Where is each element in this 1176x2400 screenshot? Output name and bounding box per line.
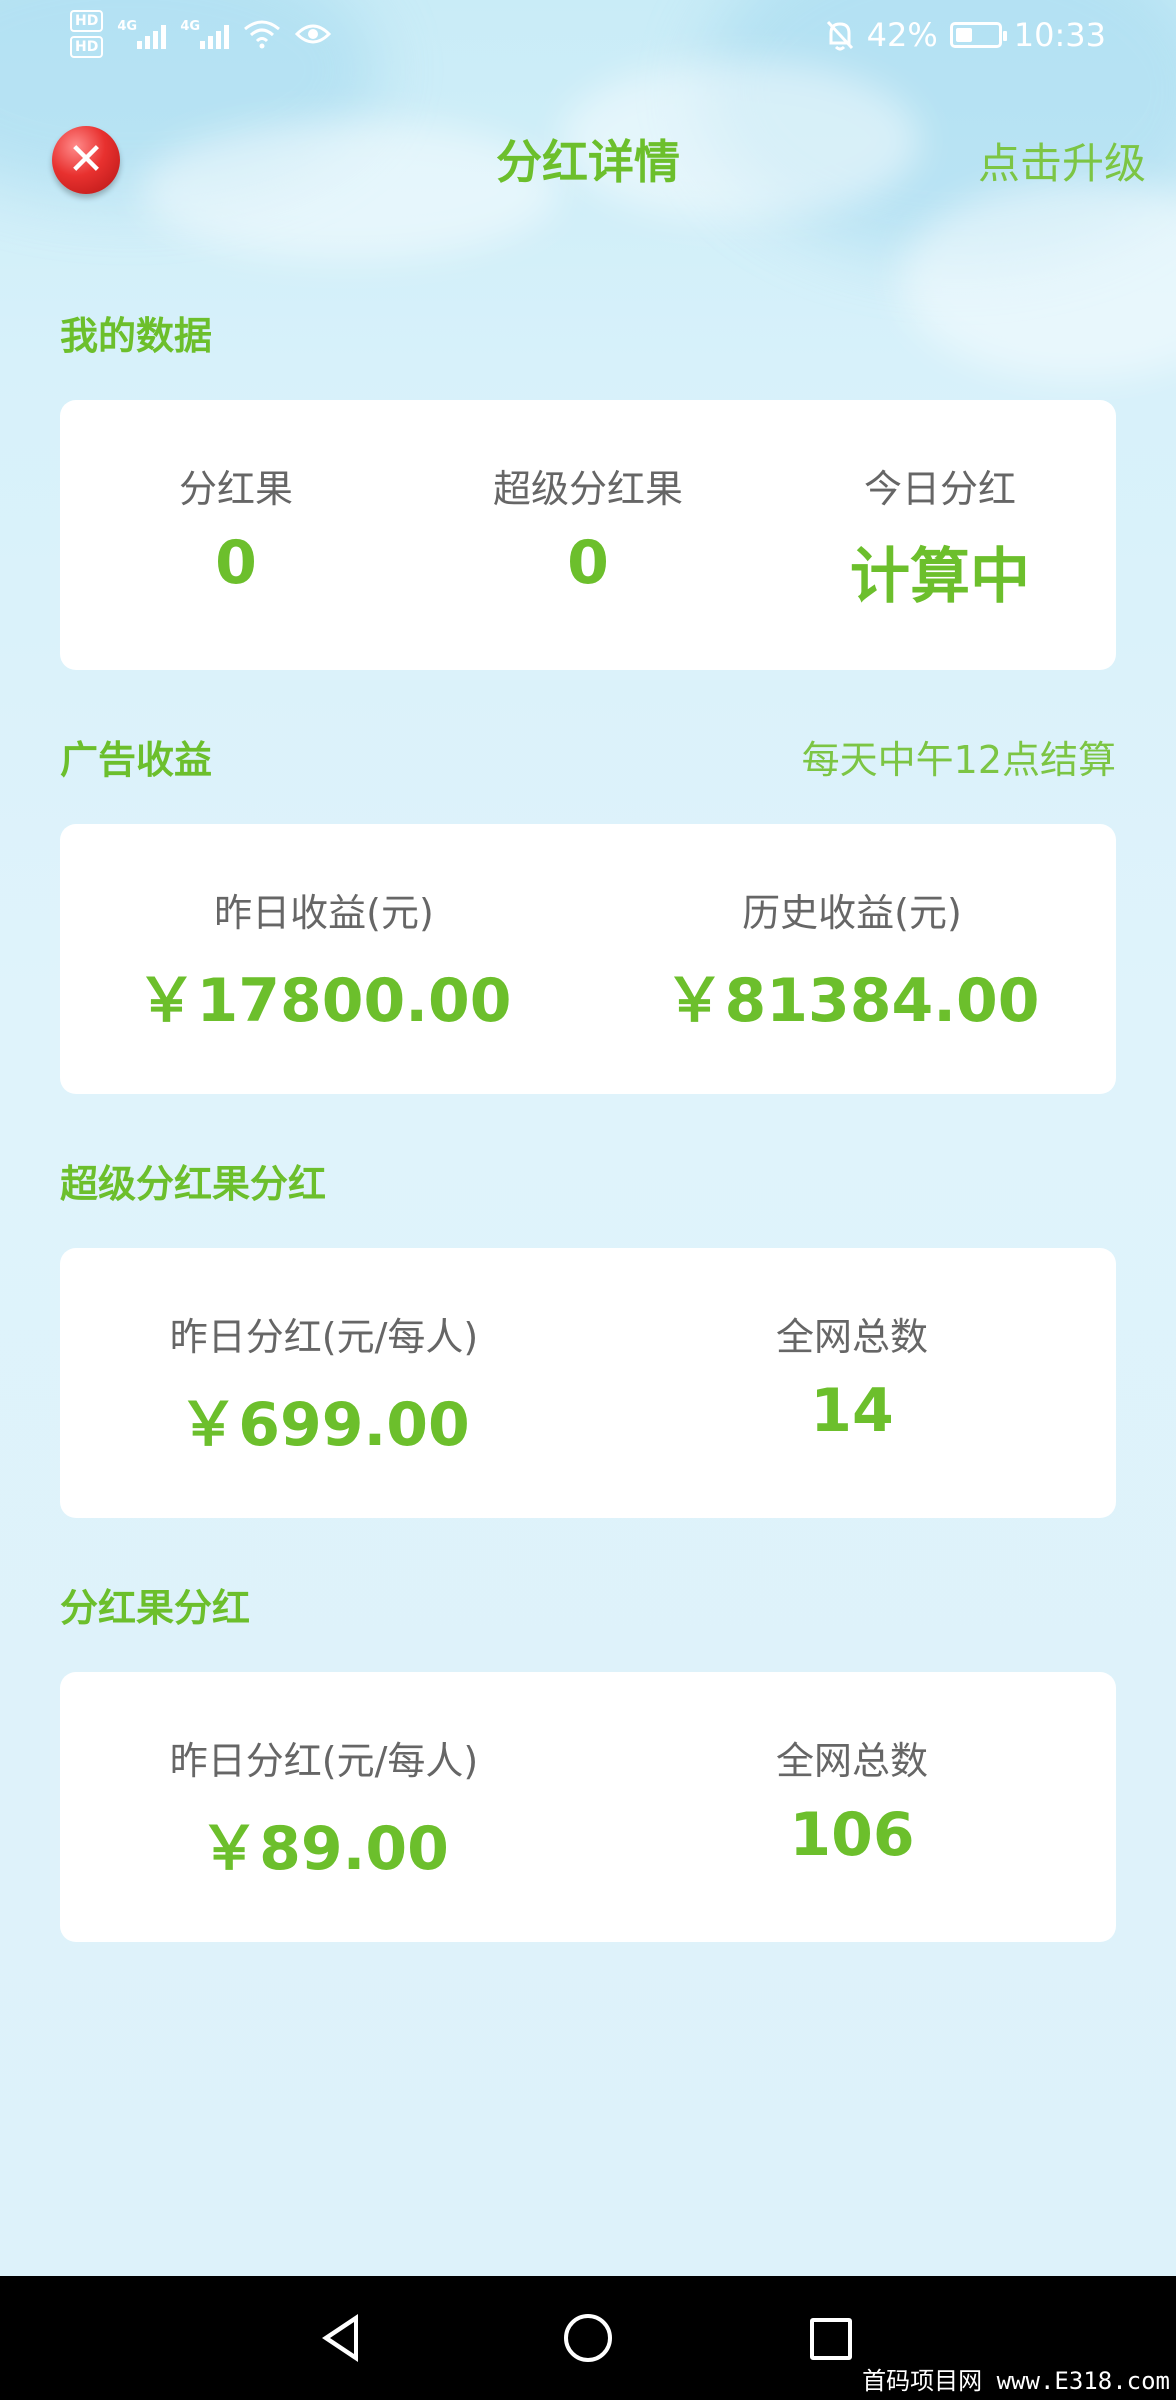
section-title-ad-income: 广告收益	[60, 738, 213, 782]
stat-label: 全网总数	[775, 1315, 928, 1359]
stat-label: 今日分红	[863, 467, 1016, 511]
stat-label: 全网总数	[775, 1739, 928, 1783]
navigation-bar: 首码项目网 www.E318.com	[0, 2276, 1176, 2400]
section-title-dividend: 分红果分红	[60, 1586, 251, 1630]
eye-icon	[295, 24, 332, 44]
network-type: 4G	[117, 19, 138, 34]
settlement-note: 每天中午12点结算	[801, 738, 1116, 782]
wifi-icon	[244, 20, 281, 49]
recents-icon	[810, 2318, 852, 2360]
stat-label: 昨日分红(元/每人)	[169, 1315, 479, 1359]
stat-value: 106	[789, 1800, 915, 1870]
stat-value: 0	[215, 528, 257, 598]
section-title-my-data: 我的数据	[60, 314, 213, 358]
status-right: 42% 10:33	[825, 16, 1106, 54]
stat-label: 昨日收益(元)	[214, 891, 434, 935]
home-icon	[564, 2314, 612, 2362]
stat-yesterday-income: 昨日收益(元) ￥17800.00	[60, 824, 588, 1094]
header: ✕ 分红详情 点击升级	[0, 100, 1176, 220]
stat-label: 历史收益(元)	[742, 891, 962, 935]
signal-icon: 4G	[117, 19, 167, 49]
upgrade-link[interactable]: 点击升级	[978, 130, 1146, 191]
stat-value: 14	[810, 1376, 894, 1446]
stat-dividend-fruit: 分红果 0	[60, 400, 412, 670]
battery-percent: 42%	[866, 16, 938, 54]
super-dividend-card: 昨日分红(元/每人) ￥699.00 全网总数 14	[60, 1248, 1116, 1518]
stat-today-dividend: 今日分红 计算中	[764, 400, 1116, 670]
signal-icon: 4G	[180, 19, 230, 49]
mute-bell-icon	[826, 20, 853, 51]
my-data-card: 分红果 0 超级分红果 0 今日分红 计算中	[60, 400, 1116, 670]
back-icon	[322, 2314, 358, 2362]
stat-history-income: 历史收益(元) ￥81384.00	[588, 824, 1116, 1094]
stat-value: ￥699.00	[178, 1390, 470, 1460]
stat-yesterday-dividend: 昨日分红(元/每人) ￥699.00	[60, 1248, 588, 1518]
stat-super-dividend-fruit: 超级分红果 0	[412, 400, 764, 670]
stat-value: 0	[567, 528, 609, 598]
stat-value: ￥81384.00	[664, 966, 1040, 1036]
stat-value: ￥89.00	[199, 1814, 449, 1884]
ad-income-card: 昨日收益(元) ￥17800.00 历史收益(元) ￥81384.00	[60, 824, 1116, 1094]
stat-label: 分红果	[178, 467, 293, 511]
watermark: 首码项目网 www.E318.com	[862, 2367, 1170, 2395]
back-button[interactable]	[322, 2314, 358, 2362]
dividend-card: 昨日分红(元/每人) ￥89.00 全网总数 106	[60, 1672, 1116, 1942]
status-bar: HD HD 4G 4G 42% 10:33	[0, 0, 1176, 74]
hd-indicators: HD HD	[70, 10, 104, 58]
section-title-super-dividend: 超级分红果分红	[60, 1162, 327, 1206]
clock: 10:33	[1013, 16, 1106, 54]
stat-label: 昨日分红(元/每人)	[169, 1739, 479, 1783]
network-type: 4G	[180, 19, 201, 34]
stat-value: 计算中	[850, 542, 1030, 612]
home-button[interactable]	[564, 2314, 612, 2362]
hd-badge: HD	[70, 10, 104, 32]
stat-value: ￥17800.00	[136, 966, 512, 1036]
stat-yesterday-dividend: 昨日分红(元/每人) ￥89.00	[60, 1672, 588, 1942]
stat-network-total: 全网总数 14	[588, 1248, 1116, 1518]
stat-network-total: 全网总数 106	[588, 1672, 1116, 1942]
status-left: HD HD 4G 4G	[70, 10, 332, 58]
recents-button[interactable]	[810, 2318, 852, 2360]
stat-label: 超级分红果	[492, 467, 683, 511]
battery-icon	[949, 22, 1007, 48]
hd-badge: HD	[70, 36, 104, 58]
